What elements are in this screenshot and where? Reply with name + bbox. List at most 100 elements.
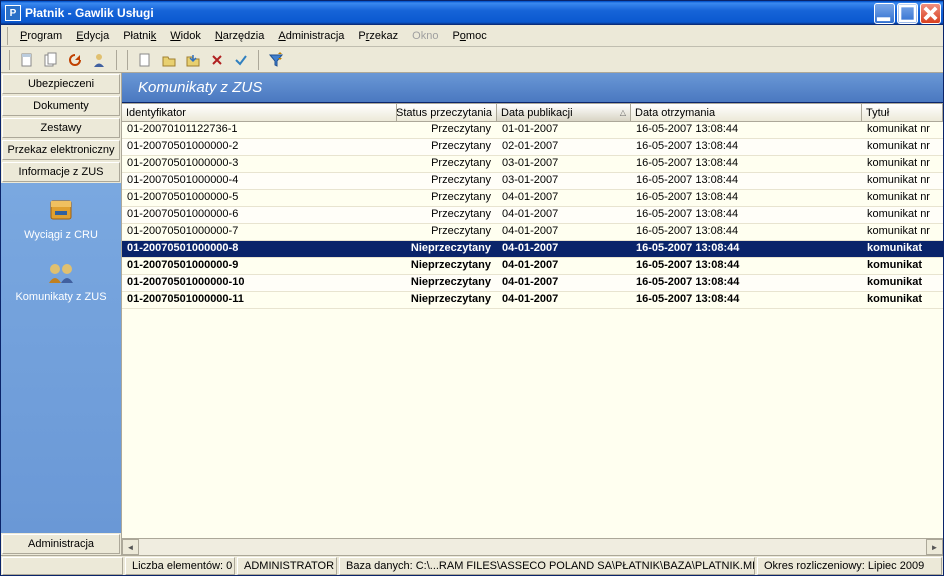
table-row[interactable]: 01-20070501000000-4Przeczytany03-01-2007… xyxy=(122,173,943,190)
pane-title: Komunikaty z ZUS xyxy=(122,73,943,103)
table-row[interactable]: 01-20070501000000-10Nieprzeczytany04-01-… xyxy=(122,275,943,292)
sort-asc-icon: △ xyxy=(620,108,626,117)
scroll-left-button[interactable]: ◄ xyxy=(122,539,139,555)
menu-edycja[interactable]: Edycja xyxy=(70,28,115,44)
table-row[interactable]: 01-20070101122736-1Przeczytany01-01-2007… xyxy=(122,122,943,139)
cell-title: komunikat nr xyxy=(862,207,943,223)
cell-recv: 16-05-2007 13:08:44 xyxy=(631,275,862,291)
scroll-right-button[interactable]: ► xyxy=(926,539,943,555)
col-data-publikacji[interactable]: Data publikacji△ xyxy=(497,104,631,121)
table-row[interactable]: 01-20070501000000-6Przeczytany04-01-2007… xyxy=(122,207,943,224)
cell-status: Nieprzeczytany xyxy=(397,258,497,274)
menu-program[interactable]: Program xyxy=(14,28,68,44)
menubar: Program Edycja Płatnik Widok Narzędzia A… xyxy=(1,25,943,47)
cell-recv: 16-05-2007 13:08:44 xyxy=(631,258,862,274)
menu-narzedzia[interactable]: Narzędzia xyxy=(209,28,271,44)
status-left-blank xyxy=(2,557,123,575)
maximize-button[interactable] xyxy=(897,3,918,24)
table-row[interactable]: 01-20070501000000-2Przeczytany02-01-2007… xyxy=(122,139,943,156)
toolbar-import-icon[interactable] xyxy=(182,49,204,71)
wyciagi-icon[interactable] xyxy=(45,193,77,225)
sidebar-zestawy[interactable]: Zestawy xyxy=(2,118,120,138)
scroll-track[interactable] xyxy=(139,539,926,555)
cell-id: 01-20070501000000-6 xyxy=(122,207,397,223)
cell-title: komunikat xyxy=(862,275,943,291)
komunikaty-icon[interactable] xyxy=(45,255,77,287)
menu-przekaz[interactable]: Przekaz xyxy=(352,28,404,44)
cell-status: Nieprzeczytany xyxy=(397,275,497,291)
toolbar-doc1-icon[interactable] xyxy=(16,49,38,71)
menu-administracja[interactable]: Administracja xyxy=(272,28,350,44)
cell-id: 01-20070501000000-2 xyxy=(122,139,397,155)
cell-title: komunikat nr xyxy=(862,190,943,206)
table-row[interactable]: 01-20070501000000-3Przeczytany03-01-2007… xyxy=(122,156,943,173)
content: Ubezpieczeni Dokumenty Zestawy Przekaz e… xyxy=(1,73,943,555)
cell-status: Przeczytany xyxy=(397,207,497,223)
cell-id: 01-20070501000000-4 xyxy=(122,173,397,189)
statusbar: Liczba elementów: 0 ADMINISTRATOR Baza d… xyxy=(1,555,943,575)
cell-recv: 16-05-2007 13:08:44 xyxy=(631,122,862,138)
cell-recv: 16-05-2007 13:08:44 xyxy=(631,139,862,155)
cell-title: komunikat nr xyxy=(862,224,943,240)
grid-header: Identyfikator Status przeczytania Data p… xyxy=(122,104,943,122)
col-data-otrzymania[interactable]: Data otrzymania xyxy=(631,104,862,121)
toolbar-person-icon[interactable] xyxy=(88,49,110,71)
menu-widok[interactable]: Widok xyxy=(164,28,207,44)
col-tytul[interactable]: Tytuł xyxy=(862,104,943,121)
toolbar-doc2-icon[interactable] xyxy=(40,49,62,71)
sidebar-informacje[interactable]: Informacje z ZUS xyxy=(2,162,120,182)
close-button[interactable] xyxy=(920,3,941,24)
toolbar-new-icon[interactable] xyxy=(134,49,156,71)
cell-id: 01-20070501000000-5 xyxy=(122,190,397,206)
status-db: Baza danych: C:\...RAM FILES\ASSECO POLA… xyxy=(339,557,755,575)
menu-pomoc[interactable]: Pomoc xyxy=(446,28,492,44)
col-status[interactable]: Status przeczytania xyxy=(397,104,497,121)
cell-id: 01-20070501000000-11 xyxy=(122,292,397,308)
main-pane: Komunikaty z ZUS Identyfikator Status pr… xyxy=(122,73,943,555)
toolbar-refresh-icon[interactable] xyxy=(64,49,86,71)
sidebar-przekaz[interactable]: Przekaz elektroniczny xyxy=(2,140,120,160)
toolbar xyxy=(1,47,943,73)
horizontal-scrollbar[interactable]: ◄ ► xyxy=(122,538,943,555)
toolbar-open-icon[interactable] xyxy=(158,49,180,71)
toolbar-delete-icon[interactable] xyxy=(206,49,228,71)
titlebar: P Płatnik - Gawlik Usługi xyxy=(1,1,943,25)
cell-recv: 16-05-2007 13:08:44 xyxy=(631,190,862,206)
cell-status: Przeczytany xyxy=(397,224,497,240)
cell-recv: 16-05-2007 13:08:44 xyxy=(631,207,862,223)
sidebar-dokumenty[interactable]: Dokumenty xyxy=(2,96,120,116)
toolbar-check-icon[interactable] xyxy=(230,49,252,71)
cell-status: Przeczytany xyxy=(397,173,497,189)
sidebar-navpane: Wyciągi z CRU Komunikaty z ZUS xyxy=(1,183,121,533)
sidebar-administracja[interactable]: Administracja xyxy=(2,534,120,554)
data-grid[interactable]: Identyfikator Status przeczytania Data p… xyxy=(122,103,943,555)
cell-title: komunikat nr xyxy=(862,156,943,172)
cell-status: Przeczytany xyxy=(397,190,497,206)
toolbar-filter-icon[interactable] xyxy=(265,49,287,71)
table-row[interactable]: 01-20070501000000-8Nieprzeczytany04-01-2… xyxy=(122,241,943,258)
table-row[interactable]: 01-20070501000000-9Nieprzeczytany04-01-2… xyxy=(122,258,943,275)
cell-recv: 16-05-2007 13:08:44 xyxy=(631,156,862,172)
cell-title: komunikat nr xyxy=(862,122,943,138)
cell-status: Nieprzeczytany xyxy=(397,241,497,257)
cell-recv: 16-05-2007 13:08:44 xyxy=(631,292,862,308)
minimize-button[interactable] xyxy=(874,3,895,24)
sidebar-ubezpieczeni[interactable]: Ubezpieczeni xyxy=(2,74,120,94)
table-row[interactable]: 01-20070501000000-7Przeczytany04-01-2007… xyxy=(122,224,943,241)
cell-title: komunikat xyxy=(862,241,943,257)
cell-pub: 03-01-2007 xyxy=(497,156,631,172)
menu-platnik[interactable]: Płatnik xyxy=(117,28,162,44)
table-row[interactable]: 01-20070501000000-5Przeczytany04-01-2007… xyxy=(122,190,943,207)
cell-id: 01-20070501000000-7 xyxy=(122,224,397,240)
cell-pub: 04-01-2007 xyxy=(497,207,631,223)
cell-id: 01-20070501000000-8 xyxy=(122,241,397,257)
cell-pub: 04-01-2007 xyxy=(497,258,631,274)
sidebar-komunikaty-label[interactable]: Komunikaty z ZUS xyxy=(15,291,106,303)
cell-recv: 16-05-2007 13:08:44 xyxy=(631,224,862,240)
table-row[interactable]: 01-20070501000000-11Nieprzeczytany04-01-… xyxy=(122,292,943,309)
cell-pub: 03-01-2007 xyxy=(497,173,631,189)
col-identyfikator[interactable]: Identyfikator xyxy=(122,104,397,121)
sidebar-wyciagi-label[interactable]: Wyciągi z CRU xyxy=(24,229,98,241)
cell-id: 01-20070501000000-10 xyxy=(122,275,397,291)
cell-id: 01-20070501000000-3 xyxy=(122,156,397,172)
